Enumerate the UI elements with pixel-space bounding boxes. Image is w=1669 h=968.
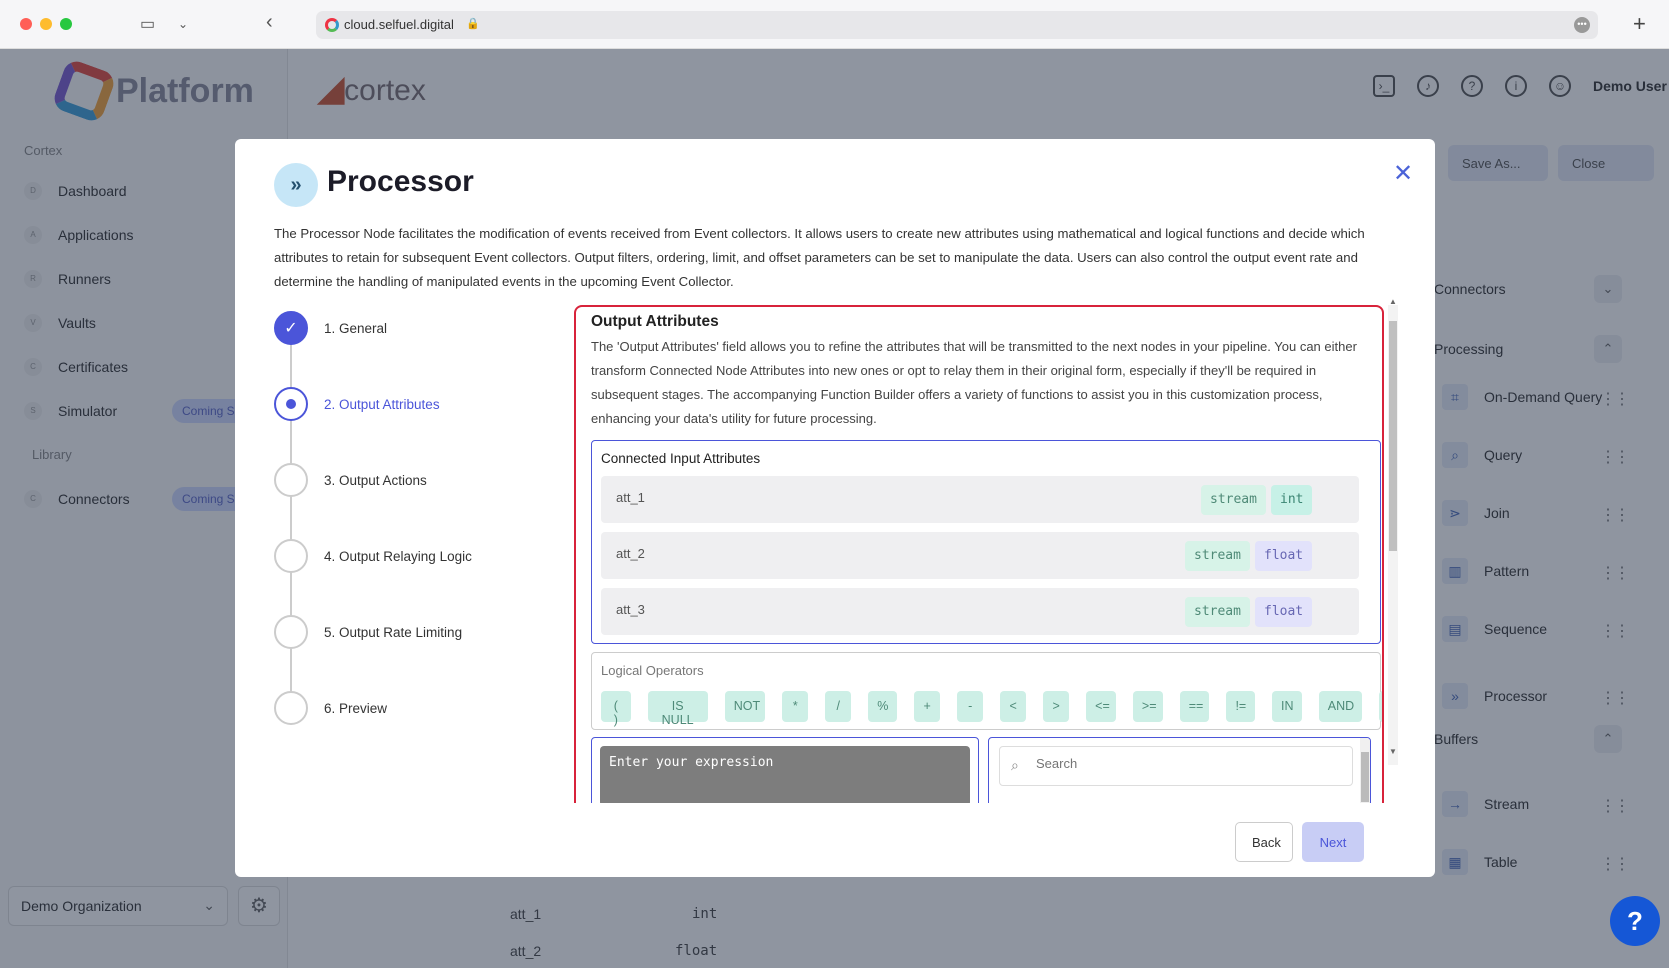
new-tab-icon[interactable]: + (1633, 11, 1646, 37)
step-label: 6. Preview (324, 700, 388, 716)
section-title: Output Attributes (591, 313, 719, 330)
operator-button[interactable]: - (957, 691, 984, 722)
minimize-window-button[interactable] (40, 18, 52, 30)
attribute-type-tag: int (1271, 485, 1313, 515)
step-general[interactable]: ✓ 1. General (274, 311, 387, 345)
function-search: ⌕ (999, 746, 1353, 786)
operator-button[interactable]: / (825, 691, 852, 722)
attribute-row[interactable]: att_1 stream int (601, 476, 1359, 523)
address-bar[interactable]: cloud.selfuel.digital 🔒 ••• (316, 11, 1598, 39)
maximize-window-button[interactable] (60, 18, 72, 30)
operator-button[interactable]: >= (1132, 691, 1163, 722)
url-text: cloud.selfuel.digital (344, 17, 454, 32)
search-icon: ⌕ (1011, 757, 1019, 773)
function-builder: ⌕ (988, 737, 1371, 803)
operator-button[interactable]: <= (1086, 691, 1116, 722)
operator-button[interactable]: ( ) (601, 691, 631, 727)
operator-button[interactable]: * (782, 691, 809, 722)
step-label: 1. General (324, 320, 388, 336)
attribute-name: att_2 (616, 546, 645, 561)
browser-toolbar: ▭ ⌄ ‹ cloud.selfuel.digital 🔒 ••• + (0, 0, 1669, 49)
logical-operators: Logical Operators ( ) IS NULL NOT * / % … (591, 652, 1382, 730)
processor-modal: » Processor ✕ The Processor Node facilit… (235, 139, 1435, 877)
step-output-actions[interactable]: 3. Output Actions (274, 463, 427, 497)
operator-list: ( ) IS NULL NOT * / % + - < > <= >= == !… (601, 691, 1382, 727)
stepper-line (290, 329, 292, 709)
scroll-up-icon[interactable]: ▲ (1389, 297, 1397, 306)
operator-button[interactable]: IN (1272, 691, 1302, 722)
more-icon[interactable]: ••• (1574, 17, 1590, 33)
expression-input[interactable] (600, 746, 970, 803)
step-label: 3. Output Actions (324, 472, 427, 488)
attribute-row[interactable]: att_3 stream float (601, 588, 1359, 635)
connected-input-attributes: Connected Input Attributes att_1 stream … (591, 440, 1381, 644)
operator-button[interactable]: NOT (724, 691, 766, 722)
attribute-type-tag: float (1255, 541, 1313, 571)
modal-title: Processor (327, 165, 474, 198)
connected-title: Connected Input Attributes (601, 451, 761, 466)
attribute-row[interactable]: att_2 stream float (601, 532, 1359, 579)
output-attributes-panel: Output Attributes The 'Output Attributes… (574, 305, 1384, 803)
step-label: 4. Output Relaying Logic (324, 548, 472, 564)
operators-title: Logical Operators (601, 663, 704, 678)
close-window-button[interactable] (20, 18, 32, 30)
modal-description: The Processor Node facilitates the modif… (274, 226, 1365, 289)
check-icon: ✓ (274, 311, 308, 345)
step-preview[interactable]: 6. Preview (274, 691, 387, 725)
step-label: 5. Output Rate Limiting (324, 624, 463, 640)
panel-scrollbar[interactable] (1388, 305, 1398, 765)
operator-button[interactable]: != (1226, 691, 1256, 722)
attribute-name: att_3 (616, 602, 645, 617)
attribute-type-tag: float (1255, 597, 1313, 627)
chevron-down-icon[interactable]: ⌄ (178, 17, 188, 31)
operator-button[interactable]: > (1043, 691, 1070, 722)
section-description: The 'Output Attributes' field allows you… (591, 339, 1357, 426)
back-arrow-icon[interactable]: ‹ (266, 11, 273, 34)
operator-button[interactable]: OR (1379, 691, 1382, 722)
lock-icon: 🔒 (466, 18, 480, 30)
attribute-source-tag: stream (1185, 597, 1250, 627)
site-icon (325, 18, 339, 32)
step-output-attributes[interactable]: 2. Output Attributes (274, 387, 440, 421)
step-output-relaying-logic[interactable]: 4. Output Relaying Logic (274, 539, 472, 573)
step-circle-icon (274, 463, 308, 497)
function-list-scrollbar[interactable] (1360, 738, 1370, 803)
attribute-name: att_1 (616, 490, 645, 505)
search-input[interactable] (1036, 756, 1336, 771)
step-circle-icon (274, 615, 308, 649)
step-label: 2. Output Attributes (324, 396, 440, 412)
stepper: ✓ 1. General 2. Output Attributes 3. Outp… (274, 311, 534, 731)
operator-button[interactable]: IS NULL (647, 691, 708, 727)
operator-button[interactable]: % (868, 691, 898, 722)
help-button[interactable]: ? (1610, 896, 1660, 946)
processor-icon: » (274, 163, 318, 207)
back-button[interactable]: Back (1235, 822, 1293, 862)
operator-button[interactable]: < (1000, 691, 1027, 722)
step-output-rate-limiting[interactable]: 5. Output Rate Limiting (274, 615, 462, 649)
operator-button[interactable]: AND (1318, 691, 1363, 722)
operator-button[interactable]: == (1179, 691, 1210, 722)
next-button[interactable]: Next (1302, 822, 1364, 862)
expression-editor (591, 737, 979, 803)
attribute-source-tag: stream (1185, 541, 1250, 571)
step-circle-icon (274, 539, 308, 573)
current-step-icon (274, 387, 308, 421)
attribute-source-tag: stream (1201, 485, 1266, 515)
step-circle-icon (274, 691, 308, 725)
close-icon[interactable]: ✕ (1393, 159, 1413, 188)
operator-button[interactable]: + (914, 691, 941, 722)
scroll-down-icon[interactable]: ▼ (1389, 747, 1397, 756)
sidebar-toggle-icon[interactable]: ▭ (140, 14, 155, 34)
